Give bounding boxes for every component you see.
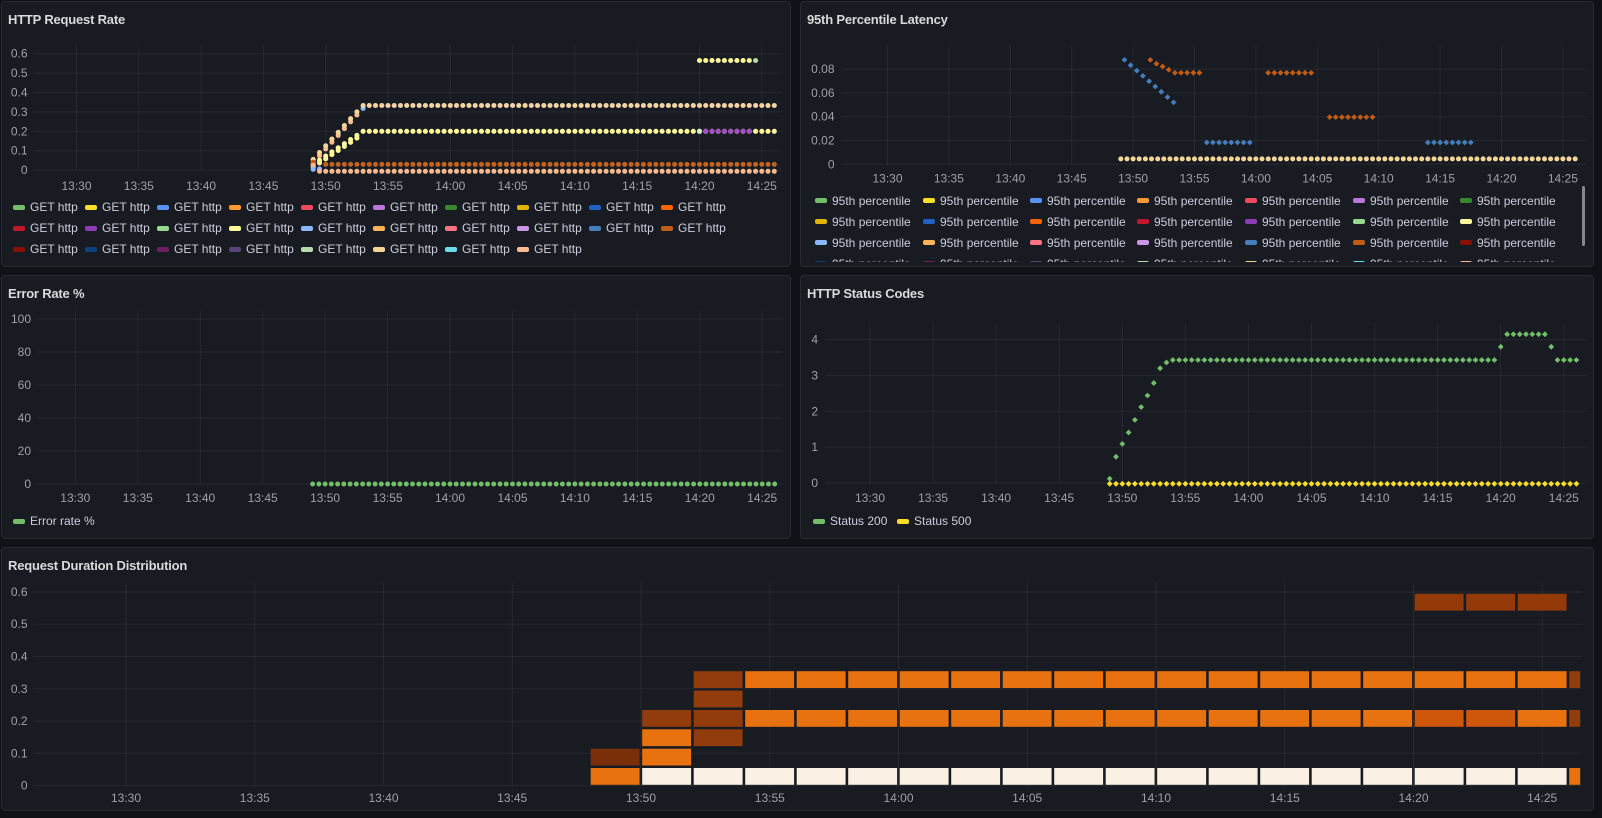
svg-text:0.06: 0.06 <box>811 86 835 100</box>
svg-text:13:55: 13:55 <box>373 179 403 193</box>
svg-text:13:55: 13:55 <box>1179 172 1209 186</box>
svg-text:0.3: 0.3 <box>11 682 28 696</box>
svg-text:0.04: 0.04 <box>811 110 835 124</box>
svg-text:20: 20 <box>18 444 32 458</box>
svg-text:14:20: 14:20 <box>684 179 714 193</box>
svg-text:0.02: 0.02 <box>811 134 835 148</box>
svg-text:13:30: 13:30 <box>111 791 141 805</box>
svg-text:13:45: 13:45 <box>497 791 527 805</box>
svg-text:0.6: 0.6 <box>11 47 28 61</box>
svg-text:13:35: 13:35 <box>918 491 948 505</box>
svg-text:14:15: 14:15 <box>1270 791 1300 805</box>
svg-text:0: 0 <box>811 476 818 490</box>
svg-text:14:10: 14:10 <box>560 491 590 505</box>
svg-text:13:35: 13:35 <box>123 491 153 505</box>
svg-text:14:05: 14:05 <box>1012 791 1042 805</box>
svg-text:0.4: 0.4 <box>11 650 28 664</box>
svg-text:14:20: 14:20 <box>1486 172 1516 186</box>
svg-text:0.5: 0.5 <box>11 617 28 631</box>
svg-text:14:20: 14:20 <box>685 491 715 505</box>
svg-text:13:50: 13:50 <box>626 791 656 805</box>
svg-text:14:10: 14:10 <box>1141 791 1171 805</box>
svg-text:14:20: 14:20 <box>1398 791 1428 805</box>
svg-text:14:15: 14:15 <box>622 491 652 505</box>
svg-text:13:30: 13:30 <box>61 179 91 193</box>
svg-text:14:15: 14:15 <box>1423 491 1453 505</box>
svg-text:100: 100 <box>11 312 31 326</box>
svg-text:14:25: 14:25 <box>1527 791 1557 805</box>
svg-text:2: 2 <box>811 404 818 418</box>
svg-text:0.08: 0.08 <box>811 62 835 76</box>
svg-text:13:30: 13:30 <box>872 172 902 186</box>
svg-text:13:40: 13:40 <box>185 491 215 505</box>
svg-text:13:40: 13:40 <box>186 179 216 193</box>
svg-text:14:05: 14:05 <box>498 179 528 193</box>
svg-text:13:45: 13:45 <box>248 179 278 193</box>
svg-text:14:00: 14:00 <box>435 179 465 193</box>
svg-text:13:50: 13:50 <box>311 179 341 193</box>
svg-text:13:50: 13:50 <box>1118 172 1148 186</box>
svg-text:0.2: 0.2 <box>11 714 28 728</box>
svg-text:13:40: 13:40 <box>995 172 1025 186</box>
svg-text:0.3: 0.3 <box>11 105 28 119</box>
svg-text:13:30: 13:30 <box>855 491 885 505</box>
svg-text:13:55: 13:55 <box>755 791 785 805</box>
svg-text:13:45: 13:45 <box>1057 172 1087 186</box>
svg-text:14:10: 14:10 <box>1364 172 1394 186</box>
svg-text:14:25: 14:25 <box>1549 491 1579 505</box>
svg-text:13:45: 13:45 <box>1044 491 1074 505</box>
svg-text:0.6: 0.6 <box>11 585 28 599</box>
svg-text:14:10: 14:10 <box>560 179 590 193</box>
svg-text:13:45: 13:45 <box>248 491 278 505</box>
svg-text:13:55: 13:55 <box>373 491 403 505</box>
svg-text:13:40: 13:40 <box>981 491 1011 505</box>
svg-text:1: 1 <box>811 440 818 454</box>
svg-text:0.1: 0.1 <box>11 746 28 760</box>
svg-text:0: 0 <box>21 163 28 177</box>
svg-text:13:50: 13:50 <box>1107 491 1137 505</box>
svg-text:0.1: 0.1 <box>11 144 28 158</box>
svg-text:14:05: 14:05 <box>497 491 527 505</box>
svg-text:13:35: 13:35 <box>124 179 154 193</box>
svg-text:14:00: 14:00 <box>883 791 913 805</box>
svg-text:13:50: 13:50 <box>310 491 340 505</box>
svg-text:0.4: 0.4 <box>11 86 28 100</box>
svg-text:13:40: 13:40 <box>368 791 398 805</box>
svg-text:80: 80 <box>18 345 32 359</box>
svg-text:4: 4 <box>811 333 818 347</box>
svg-text:13:35: 13:35 <box>240 791 270 805</box>
svg-text:14:15: 14:15 <box>1425 172 1455 186</box>
svg-text:0: 0 <box>828 157 835 171</box>
svg-text:13:35: 13:35 <box>934 172 964 186</box>
svg-text:0: 0 <box>21 779 28 793</box>
svg-text:0.5: 0.5 <box>11 66 28 80</box>
svg-text:14:00: 14:00 <box>1241 172 1271 186</box>
svg-text:3: 3 <box>811 368 818 382</box>
svg-text:14:00: 14:00 <box>1233 491 1263 505</box>
svg-text:13:30: 13:30 <box>60 491 90 505</box>
svg-text:14:05: 14:05 <box>1302 172 1332 186</box>
svg-text:14:15: 14:15 <box>622 179 652 193</box>
svg-text:13:55: 13:55 <box>1170 491 1200 505</box>
svg-text:14:25: 14:25 <box>747 179 777 193</box>
svg-text:14:20: 14:20 <box>1486 491 1516 505</box>
svg-text:14:00: 14:00 <box>435 491 465 505</box>
svg-text:14:25: 14:25 <box>747 491 777 505</box>
svg-text:14:05: 14:05 <box>1296 491 1326 505</box>
svg-text:40: 40 <box>18 411 32 425</box>
svg-text:60: 60 <box>18 378 32 392</box>
svg-text:0.2: 0.2 <box>11 124 28 138</box>
svg-text:14:25: 14:25 <box>1548 172 1578 186</box>
svg-text:14:10: 14:10 <box>1360 491 1390 505</box>
svg-text:0: 0 <box>24 477 31 491</box>
